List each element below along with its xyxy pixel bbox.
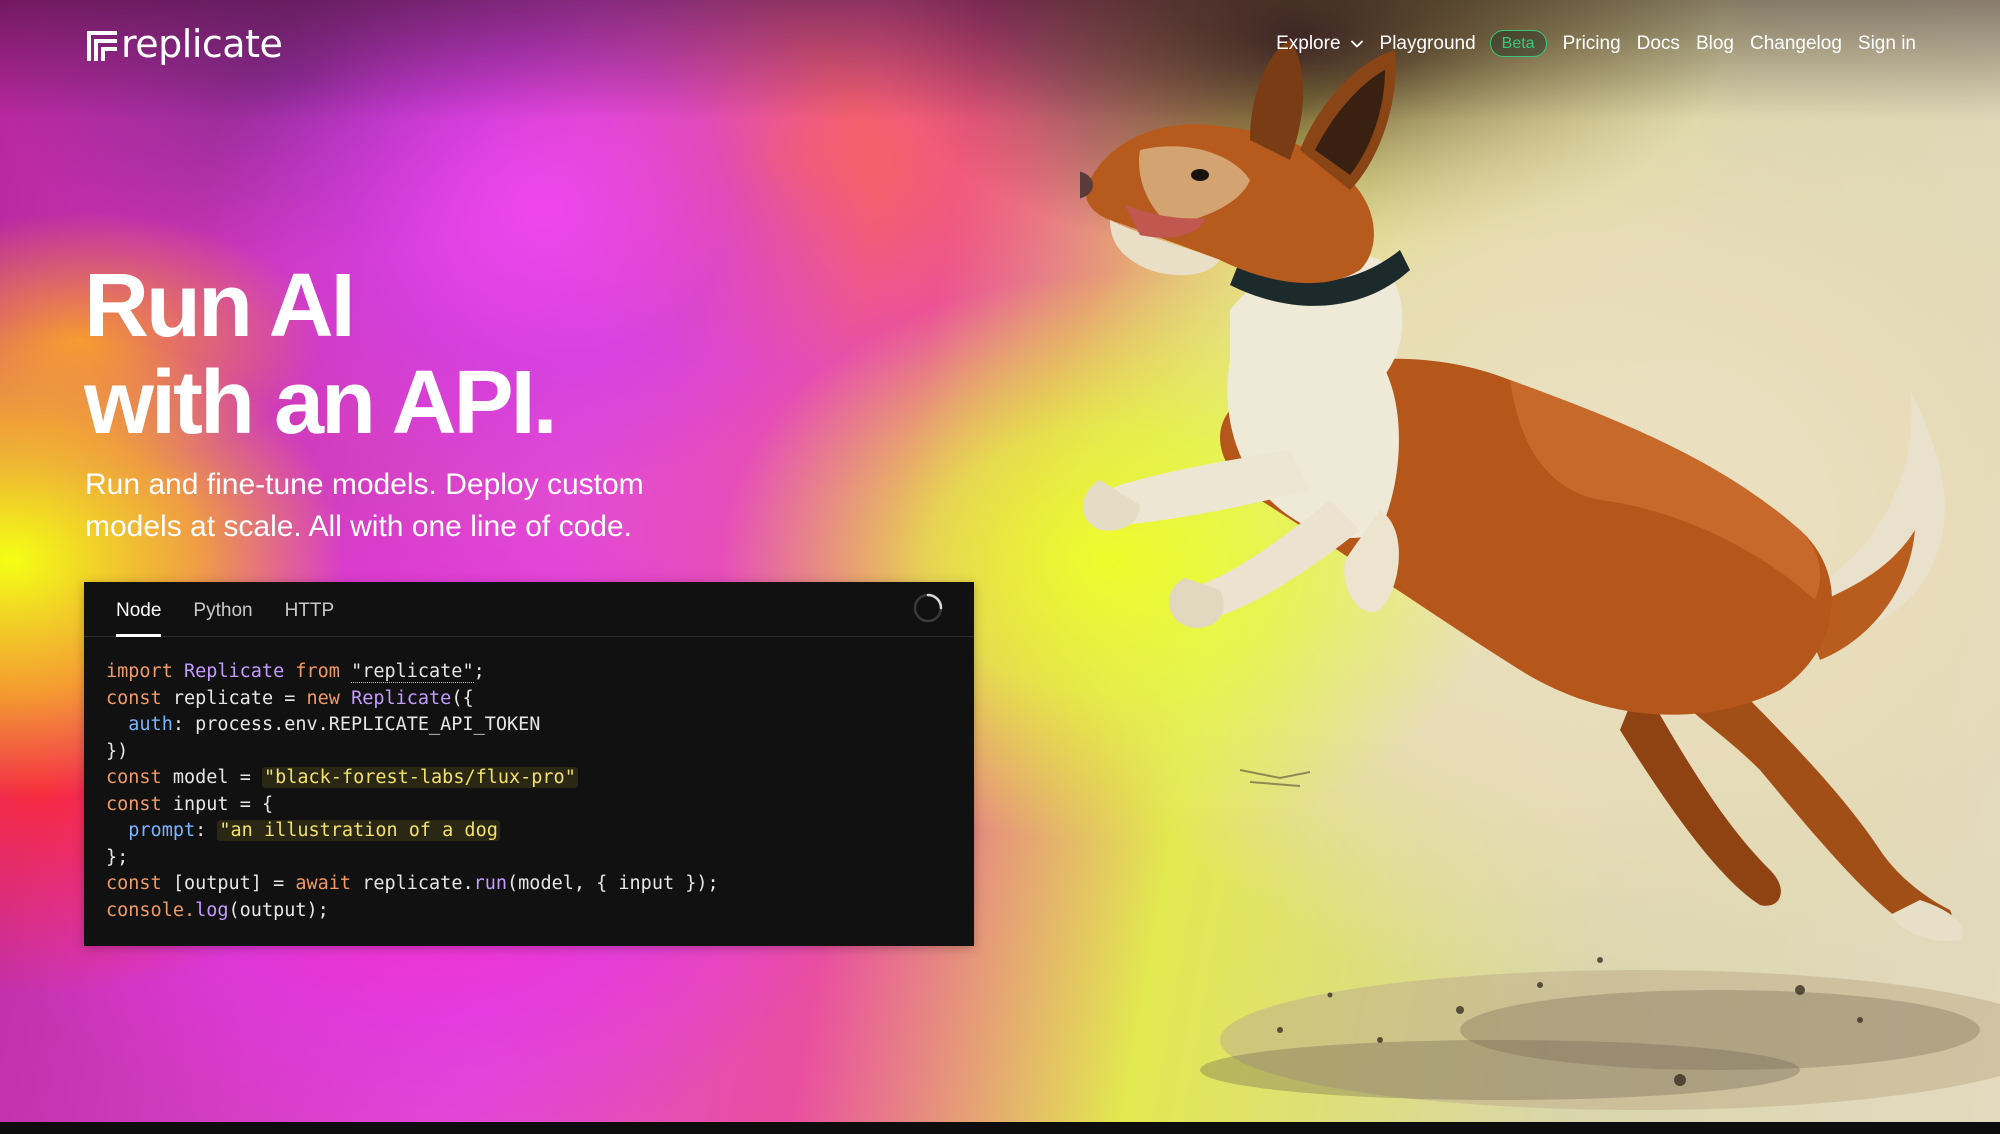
code-token: [output]	[172, 873, 262, 894]
beta-badge: Beta	[1489, 30, 1547, 57]
nav-blog[interactable]: Blog	[1696, 33, 1734, 55]
code-line-9: const [output] = await replicate.run(mod…	[106, 871, 974, 898]
code-line-6: const input = {	[106, 792, 974, 819]
code-token: replicate	[172, 687, 274, 709]
main-nav: Explore Playground Beta Pricing Docs Blo…	[1276, 30, 1916, 57]
code-token: (output);	[228, 899, 329, 921]
code-token: ;	[473, 661, 485, 682]
nav-explore[interactable]: Explore	[1276, 33, 1363, 55]
code-token: "replicate"	[351, 661, 474, 683]
code-line-3: auth: process.env.REPLICATE_API_TOKEN	[128, 714, 541, 735]
hero-background: replicate Explore Playground Beta Pricin…	[0, 0, 2000, 1122]
code-token: const	[106, 767, 162, 788]
code-tabs: Node Python HTTP	[84, 582, 974, 637]
tab-python[interactable]: Python	[193, 600, 252, 636]
tab-http[interactable]: HTTP	[285, 600, 335, 636]
nav-pricing[interactable]: Pricing	[1563, 33, 1621, 55]
nav-sign-in[interactable]: Sign in	[1858, 33, 1916, 55]
code-token: model	[172, 767, 229, 788]
nav-changelog[interactable]: Changelog	[1750, 33, 1842, 55]
code-token: (model, { input });	[507, 873, 719, 894]
code-token: Replicate	[183, 661, 285, 682]
code-token: =	[284, 687, 296, 709]
hero-title-line-2: with an API.	[84, 353, 558, 453]
hero-subtitle: Run and fine-tune models. Deploy custom …	[85, 468, 644, 543]
code-line-1: import Replicate from "replicate";	[106, 659, 974, 686]
code-token: from	[295, 661, 340, 682]
site-header: replicate Explore Playground Beta Pricin…	[0, 0, 2000, 96]
code-example-panel: Node Python HTTP import Replicate from "…	[84, 582, 974, 946]
code-token: ({	[451, 687, 474, 709]
tab-node[interactable]: Node	[116, 600, 162, 637]
code-token: })	[106, 740, 129, 762]
dog-illustration	[1080, 40, 2000, 1110]
code-token: =	[273, 873, 285, 894]
code-token: =	[239, 793, 251, 815]
code-token: auth	[128, 714, 173, 735]
code-line-8: };	[106, 845, 974, 872]
replicate-logo-icon	[87, 31, 117, 61]
code-token: {	[261, 793, 274, 815]
model-name-value: "black-forest-labs/flux-pro"	[261, 767, 578, 788]
code-line-4: })	[106, 739, 974, 766]
code-token: console.	[106, 899, 196, 921]
chevron-down-icon	[1350, 40, 1363, 47]
code-token: const	[106, 793, 162, 815]
code-token: log	[195, 899, 229, 921]
code-token: const	[106, 873, 162, 894]
logo-text: replicate	[121, 22, 283, 66]
code-token: Replicate	[351, 687, 452, 709]
nav-explore-label: Explore	[1276, 32, 1341, 54]
code-line-2: const replicate = new Replicate({	[106, 686, 974, 713]
code-block: import Replicate from "replicate"; const …	[84, 637, 974, 924]
code-token: import	[106, 661, 173, 682]
code-line-7: prompt: "an illustration of a dog	[128, 820, 500, 841]
code-token: };	[106, 846, 129, 868]
loading-spinner-icon	[913, 593, 943, 623]
code-token: input	[172, 793, 229, 815]
code-line-10: console.log(output);	[106, 898, 974, 925]
code-token: replicate.	[362, 873, 474, 894]
code-token: const	[106, 687, 162, 709]
hero-title: Run AI with an API.	[84, 256, 558, 453]
code-line-5: const model = "black-forest-labs/flux-pr…	[106, 765, 974, 792]
logo-link[interactable]: replicate	[85, 22, 283, 66]
code-token: process.env.REPLICATE_API_TOKEN	[195, 714, 541, 735]
code-token: new	[306, 687, 340, 709]
bottom-edge	[0, 1122, 2000, 1134]
code-token: =	[239, 767, 251, 788]
nav-playground-label: Playground	[1379, 32, 1476, 54]
code-token: await	[295, 873, 352, 894]
hero-title-line-1: Run AI	[84, 256, 356, 356]
code-token: run	[473, 873, 508, 894]
code-token: prompt	[128, 820, 196, 841]
prompt-value: "an illustration of a dog	[217, 820, 500, 841]
nav-playground[interactable]: Playground Beta	[1380, 30, 1547, 57]
nav-docs[interactable]: Docs	[1637, 33, 1680, 55]
